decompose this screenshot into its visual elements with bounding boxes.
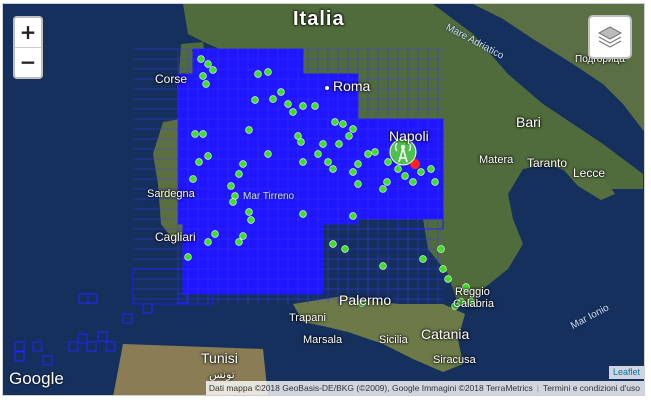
map-canvas[interactable]: Italia Mare Adriatico Подгорица Corse Ro…: [2, 3, 645, 396]
label-reggio: Reggio: [455, 286, 490, 298]
zoom-out-button[interactable]: −: [15, 47, 41, 77]
zoom-in-button[interactable]: +: [15, 18, 41, 47]
city-dot-roma: [325, 86, 329, 90]
leaflet-link[interactable]: Leaflet: [608, 366, 644, 379]
label-palermo: Palermo: [339, 292, 392, 308]
label-taranto: Taranto: [527, 156, 568, 170]
label-siracusa: Siracusa: [433, 354, 476, 366]
label-roma: Roma: [333, 78, 371, 94]
label-mar-tirreno: Mar Tirreno: [243, 191, 295, 202]
label-sicilia: Sicilia: [379, 334, 408, 346]
label-napoli: Napoli: [389, 128, 429, 144]
label-lecce: Lecce: [573, 166, 606, 180]
layers-icon: [597, 26, 623, 48]
layers-button[interactable]: [588, 15, 632, 59]
label-italia: Italia: [293, 8, 345, 30]
label-corse: Corse: [155, 72, 188, 86]
label-cagliari: Cagliari: [155, 230, 196, 244]
label-sardegna: Sardegna: [147, 188, 195, 200]
label-calabria: Calabria: [453, 298, 494, 310]
label-tunisi-arabic: تونس: [209, 369, 235, 381]
label-matera: Matera: [479, 154, 514, 166]
map-attribution: Dati mappa ©2018 GeoBasis-DE/BKG (©2009)…: [205, 381, 644, 395]
zoom-control: + −: [13, 16, 43, 79]
label-bari: Bari: [516, 114, 541, 130]
label-tunisi: Tunisi: [201, 350, 238, 366]
label-trapani: Trapani: [289, 312, 326, 324]
label-catania: Catania: [421, 326, 470, 342]
attribution-data: Dati mappa ©2018 GeoBasis-DE/BKG (©2009)…: [208, 383, 533, 393]
google-logo: Google: [9, 369, 64, 388]
terms-link[interactable]: Termini e condizioni d'uso: [543, 383, 640, 393]
label-marsala: Marsala: [303, 334, 343, 346]
